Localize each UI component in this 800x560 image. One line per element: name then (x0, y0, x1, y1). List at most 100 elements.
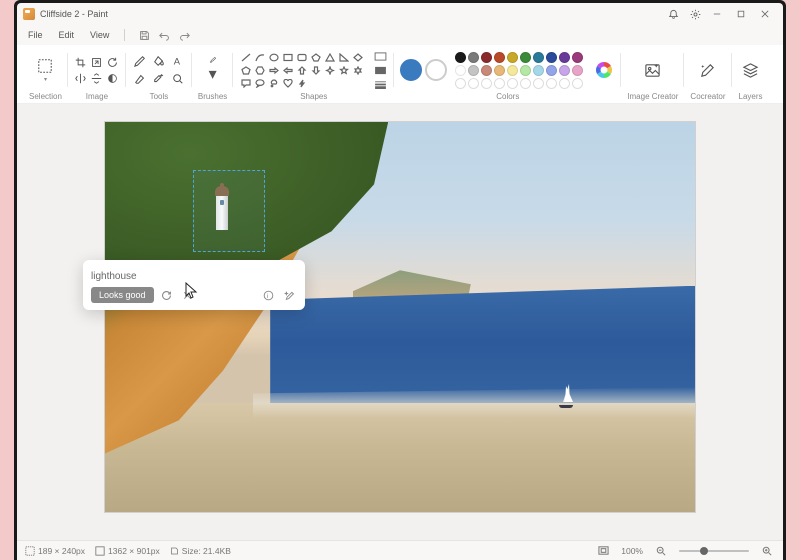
color-swatch-empty[interactable] (481, 78, 492, 89)
color-swatch[interactable] (494, 52, 505, 63)
close-button[interactable] (753, 4, 777, 24)
shape-oval-icon[interactable] (267, 51, 280, 63)
shape-thickness-button[interactable] (372, 78, 388, 90)
color-swatch-empty[interactable] (546, 78, 557, 89)
resize-icon[interactable] (90, 55, 104, 69)
save-icon[interactable] (137, 28, 151, 42)
invert-icon[interactable] (106, 71, 120, 85)
prompt-input[interactable] (91, 269, 297, 287)
color-swatch-empty[interactable] (572, 78, 583, 89)
color-secondary[interactable] (425, 59, 447, 81)
menu-file[interactable]: File (25, 28, 46, 42)
color-swatch[interactable] (507, 52, 518, 63)
shape-heart-icon[interactable] (281, 77, 294, 89)
crop-icon[interactable] (74, 55, 88, 69)
eyedropper-icon[interactable] (151, 71, 167, 87)
menu-view[interactable]: View (87, 28, 112, 42)
color-swatch[interactable] (520, 65, 531, 76)
shape-arrow-up-icon[interactable] (295, 64, 308, 76)
pencil-icon[interactable] (132, 53, 148, 69)
shape-star6-icon[interactable] (351, 64, 364, 76)
cocreator-button[interactable] (695, 59, 721, 81)
color-swatch[interactable] (572, 52, 583, 63)
shape-callout-oval-icon[interactable] (253, 77, 266, 89)
shape-polygon-icon[interactable] (309, 51, 322, 63)
color-swatch-empty[interactable] (520, 78, 531, 89)
color-swatch[interactable] (494, 65, 505, 76)
shape-diamond-icon[interactable] (351, 51, 364, 63)
eraser-icon[interactable] (132, 71, 148, 87)
color-swatch[interactable] (533, 65, 544, 76)
help-icon[interactable]: i (260, 287, 276, 303)
text-icon[interactable]: A (170, 53, 186, 69)
fit-screen-button[interactable] (595, 543, 611, 559)
shape-fill-button[interactable] (372, 64, 388, 76)
zoom-slider[interactable] (679, 550, 749, 552)
retry-icon[interactable] (159, 287, 175, 303)
shape-arrow-down-icon[interactable] (309, 64, 322, 76)
notifications-icon[interactable] (663, 4, 683, 24)
brushes-button[interactable]: ▾ (202, 56, 224, 84)
rotate-icon[interactable] (106, 55, 120, 69)
menu-edit[interactable]: Edit (56, 28, 78, 42)
shape-curve-icon[interactable] (253, 51, 266, 63)
undo-icon[interactable] (157, 28, 171, 42)
shape-line-icon[interactable] (239, 51, 252, 63)
shape-arrow-right-icon[interactable] (267, 64, 280, 76)
color-swatch[interactable] (572, 65, 583, 76)
zoom-out-button[interactable] (653, 543, 669, 559)
shape-triangle-icon[interactable] (323, 51, 336, 63)
monitor-bezel: Cliffside 2 - Paint File Edit View (14, 0, 786, 560)
shape-callout-rect-icon[interactable] (239, 77, 252, 89)
color-swatch[interactable] (559, 65, 570, 76)
color-swatch-empty[interactable] (559, 78, 570, 89)
color-swatch[interactable] (546, 65, 557, 76)
magnifier-icon[interactable] (170, 71, 186, 87)
flip-v-icon[interactable] (90, 71, 104, 85)
color-swatch[interactable] (455, 52, 466, 63)
color-swatch[interactable] (468, 52, 479, 63)
color-swatch-empty[interactable] (533, 78, 544, 89)
maximize-button[interactable] (729, 4, 753, 24)
color-swatch[interactable] (507, 65, 518, 76)
flip-h-icon[interactable] (74, 71, 88, 85)
shape-star5-icon[interactable] (337, 64, 350, 76)
color-swatch[interactable] (533, 52, 544, 63)
shape-roundrect-icon[interactable] (295, 51, 308, 63)
color-picker-button[interactable] (593, 59, 615, 81)
zoom-in-button[interactable] (759, 543, 775, 559)
color-swatch[interactable] (546, 52, 557, 63)
shape-arrow-left-icon[interactable] (281, 64, 294, 76)
shape-outline-button[interactable] (372, 50, 388, 62)
selection-tool-button[interactable]: ▾ (32, 55, 58, 85)
fill-icon[interactable] (151, 53, 167, 69)
color-swatch-empty[interactable] (455, 78, 466, 89)
layers-button[interactable] (738, 59, 764, 81)
color-swatch-empty[interactable] (507, 78, 518, 89)
color-swatch-empty[interactable] (468, 78, 479, 89)
image-creator-button[interactable] (640, 59, 666, 81)
color-swatch-empty[interactable] (494, 78, 505, 89)
shape-rect-icon[interactable] (281, 51, 294, 63)
cancel-icon[interactable] (180, 287, 196, 303)
looks-good-button[interactable]: Looks good (91, 287, 154, 303)
style-options-icon[interactable] (281, 287, 297, 303)
shape-right-triangle-icon[interactable] (337, 51, 350, 63)
canvas[interactable] (105, 122, 695, 512)
shape-lightning-icon[interactable] (295, 77, 308, 89)
minimize-button[interactable] (705, 4, 729, 24)
color-swatch[interactable] (481, 65, 492, 76)
color-swatch[interactable] (481, 52, 492, 63)
color-swatch[interactable] (468, 65, 479, 76)
settings-icon[interactable] (685, 4, 705, 24)
color-swatch[interactable] (455, 65, 466, 76)
shape-hexagon-icon[interactable] (253, 64, 266, 76)
color-swatch[interactable] (520, 52, 531, 63)
shape-pentagon-icon[interactable] (239, 64, 252, 76)
canvas-workspace[interactable]: Looks good i (17, 104, 783, 540)
redo-icon[interactable] (177, 28, 191, 42)
color-primary[interactable] (400, 59, 422, 81)
shape-star4-icon[interactable] (323, 64, 336, 76)
color-swatch[interactable] (559, 52, 570, 63)
shape-callout-cloud-icon[interactable] (267, 77, 280, 89)
